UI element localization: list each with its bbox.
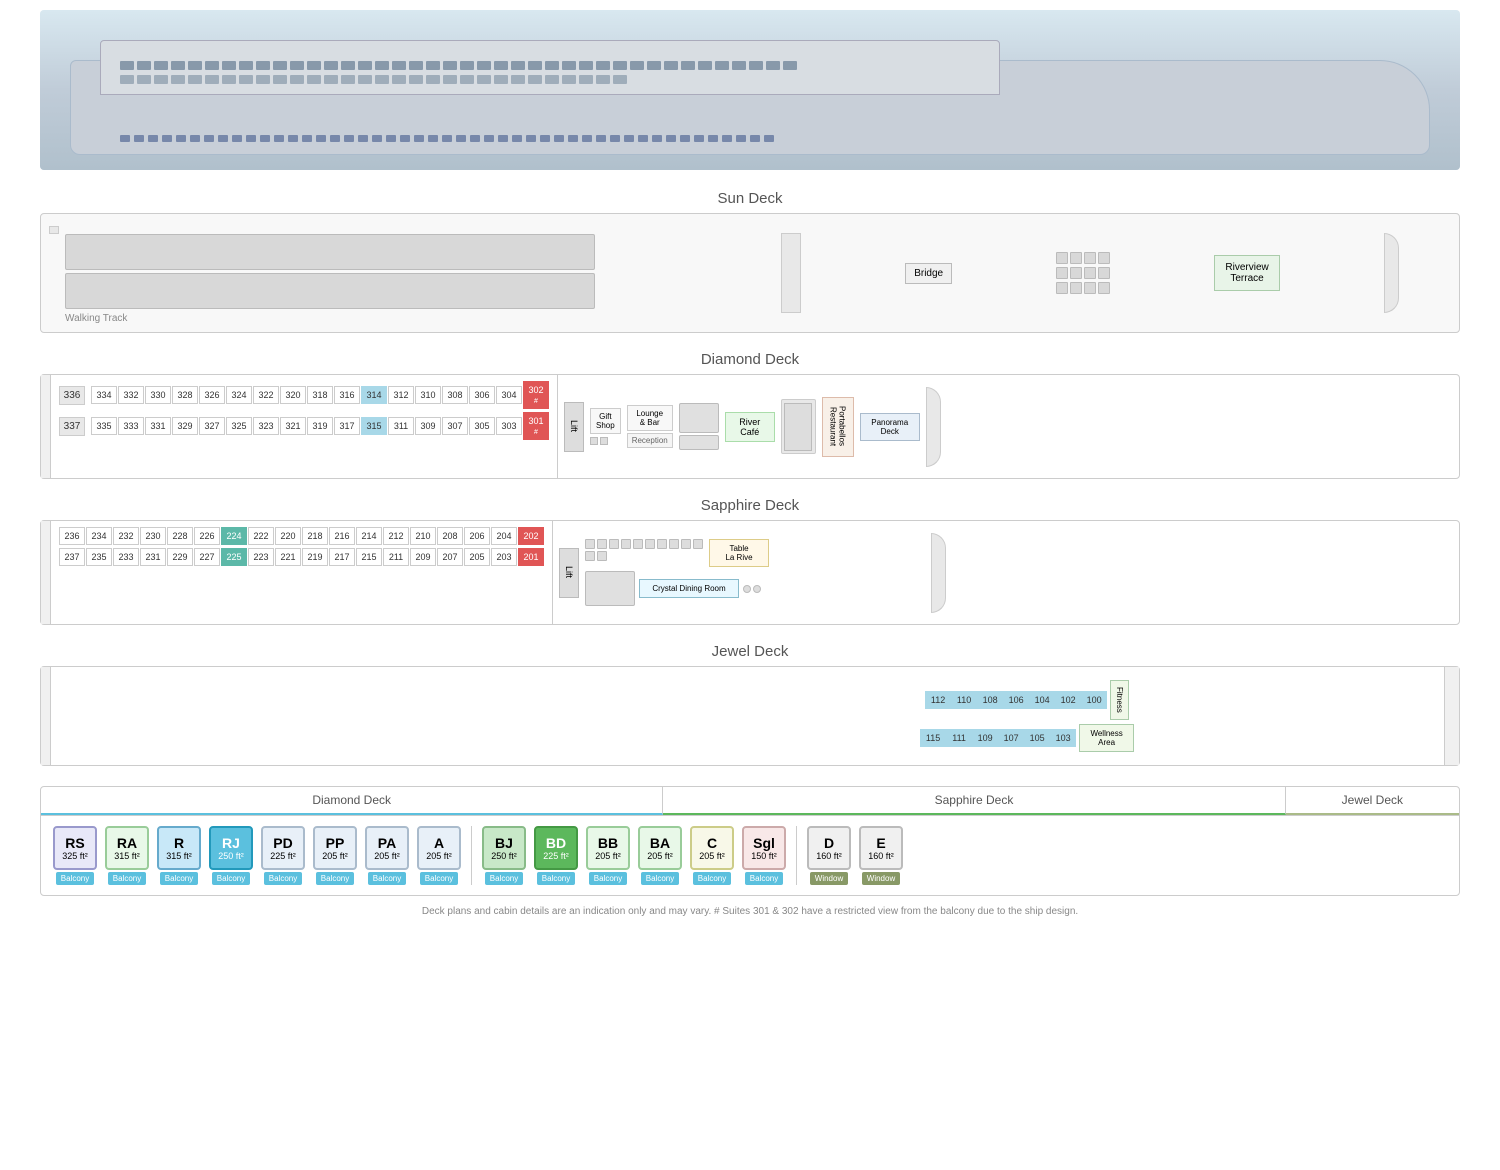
jewel-deck-title: Jewel Deck <box>40 643 1460 660</box>
crystal-dining-room: Crystal Dining Room <box>639 579 739 598</box>
sun-deck-right: Bridge <box>721 214 1459 332</box>
legend-e: E 160 ft² Window <box>859 826 903 885</box>
footnote: Deck plans and cabin details are an indi… <box>40 906 1460 927</box>
diamond-even-row: 336 334 332 330 328 326 324 322 320 318 … <box>59 381 549 409</box>
reception-label: Reception <box>627 433 673 448</box>
jewel-top-row: 112 110 108 106 104 102 100 Fitness <box>925 680 1129 720</box>
sapphire-deck-title: Sapphire Deck <box>40 497 1460 514</box>
sapphire-even-row: 236 234 232 230 228 226 224 222 220 218 … <box>59 527 544 545</box>
wellness-area: Wellness Area <box>1079 724 1134 752</box>
diamond-lift: Lift <box>564 402 584 452</box>
diamond-deck-title: Diamond Deck <box>40 351 1460 368</box>
room-336: 336 <box>59 386 85 405</box>
sun-deck-section: Sun Deck Walking Track Bridge <box>40 190 1460 333</box>
sun-deck-title: Sun Deck <box>40 190 1460 207</box>
jewel-deck-plan: 112 110 108 106 104 102 100 Fitness 115 … <box>40 666 1460 766</box>
gift-shop: Gift Shop <box>590 408 621 434</box>
legend-diamond-header: Diamond Deck <box>41 787 663 815</box>
room-337: 337 <box>59 417 85 436</box>
page-container: Sun Deck Walking Track Bridge <box>0 0 1500 947</box>
legend-sapphire-header: Sapphire Deck <box>663 787 1285 815</box>
jewel-bottom-row: 115 111 109 107 105 103 Wellness Area <box>920 724 1134 752</box>
legend-bb: BB 205 ft² Balcony <box>586 826 630 885</box>
diamond-deck-plan: 336 334 332 330 328 326 324 322 320 318 … <box>40 374 1460 479</box>
legend-r: R 315 ft² Balcony <box>157 826 201 885</box>
legend-rj: RJ 250 ft² Balcony <box>209 826 253 885</box>
legend-c: C 205 ft² Balcony <box>690 826 734 885</box>
panorama-deck: Panorama Deck <box>860 413 920 441</box>
diamond-services: Lift Gift Shop Lounge & Bar Reception <box>557 375 1077 478</box>
legend-bd: BD 225 ft² Balcony <box>534 826 578 885</box>
ship-image <box>40 10 1460 170</box>
legend-items: RS 325 ft² Balcony RA 315 ft² Balcony R … <box>41 816 1459 895</box>
walking-track-label: Walking Track <box>65 313 713 324</box>
diamond-rooms: 336 334 332 330 328 326 324 322 320 318 … <box>51 375 557 478</box>
sapphire-deck-plan: 236 234 232 230 228 226 224 222 220 218 … <box>40 520 1460 625</box>
legend-bj: BJ 250 ft² Balcony <box>482 826 526 885</box>
legend-section: Diamond Deck Sapphire Deck Jewel Deck RS… <box>40 786 1460 896</box>
legend-rs: RS 325 ft² Balcony <box>53 826 97 885</box>
jewel-deck-section: Jewel Deck 112 110 108 106 104 102 100 F… <box>40 643 1460 766</box>
fitness-label: Fitness <box>1110 680 1129 720</box>
portabellos-restaurant: Portabellos Restaurant <box>822 397 854 457</box>
lounge-bar: Lounge & Bar <box>627 405 673 431</box>
sapphire-services: Lift <box>552 521 952 624</box>
sun-deck-left: Walking Track <box>41 214 721 332</box>
legend-pp: PP 205 ft² Balcony <box>313 826 357 885</box>
sapphire-deck-section: Sapphire Deck 236 234 232 230 228 226 22… <box>40 497 1460 625</box>
legend-jewel-header: Jewel Deck <box>1286 787 1459 815</box>
legend-pd: PD 225 ft² Balcony <box>261 826 305 885</box>
sapphire-rooms: 236 234 232 230 228 226 224 222 220 218 … <box>51 521 552 624</box>
diamond-odd-row: 337 335 333 331 329 327 325 323 321 319 … <box>59 412 549 440</box>
legend-pa: PA 205 ft² Balcony <box>365 826 409 885</box>
legend-ba: BA 205 ft² Balcony <box>638 826 682 885</box>
table-la-rive: Table La Rive <box>709 539 769 567</box>
riverview-terrace-box: Riverview Terrace <box>1214 255 1279 291</box>
sapphire-lift: Lift <box>559 548 579 598</box>
legend-header: Diamond Deck Sapphire Deck Jewel Deck <box>41 787 1459 816</box>
diamond-deck-section: Diamond Deck 336 334 332 330 328 326 324… <box>40 351 1460 479</box>
legend-ra: RA 315 ft² Balcony <box>105 826 149 885</box>
legend-d: D 160 ft² Window <box>807 826 851 885</box>
sun-deck-plan: Walking Track Bridge <box>40 213 1460 333</box>
legend-a: A 205 ft² Balcony <box>417 826 461 885</box>
sapphire-odd-row: 237 235 233 231 229 227 225 223 221 219 … <box>59 548 544 566</box>
bridge-box: Bridge <box>905 263 952 284</box>
river-cafe: River Café <box>725 412 775 442</box>
legend-sgl: Sgl 150 ft² Balcony <box>742 826 786 885</box>
